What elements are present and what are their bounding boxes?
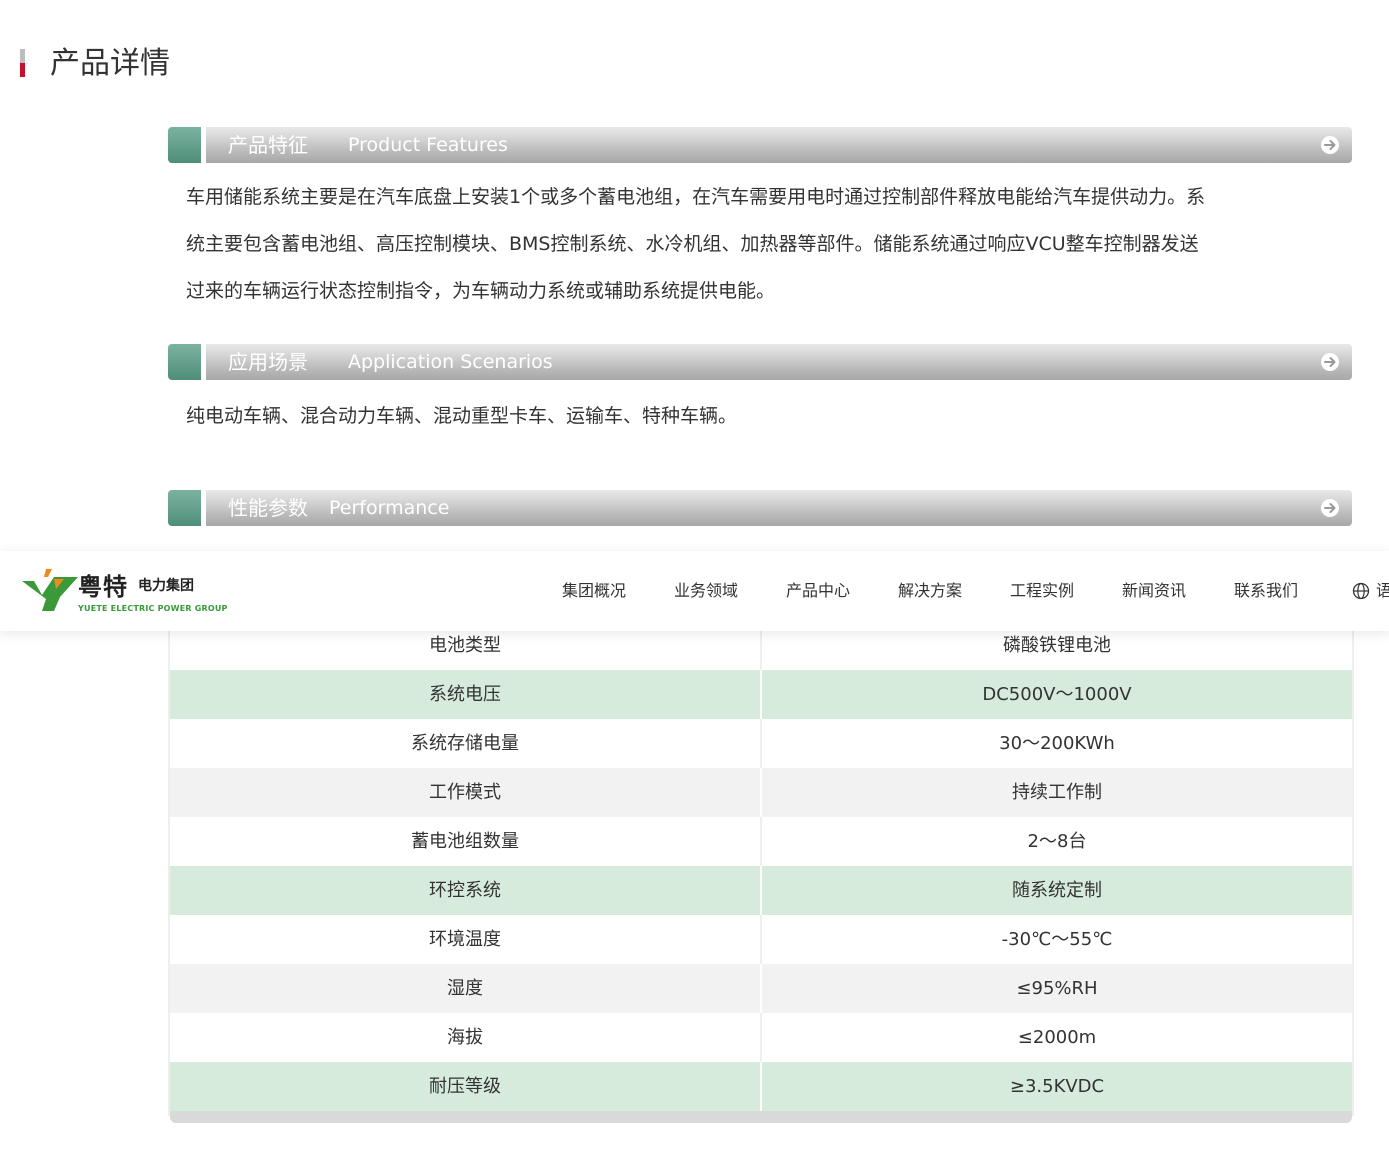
table-border-right — [1352, 631, 1354, 1116]
nav-item-projects[interactable]: 工程实例 — [1010, 551, 1074, 631]
section-tab — [168, 490, 201, 526]
site-logo[interactable]: 粤特 电力集团 YUETE ELECTRIC POWER GROUP — [20, 567, 227, 617]
section-title-zh: 性能参数 — [228, 496, 308, 520]
nav-item-products[interactable]: 产品中心 — [786, 551, 850, 631]
nav-item-news[interactable]: 新闻资讯 — [1122, 551, 1186, 631]
spec-name: 海拔 — [170, 1013, 762, 1062]
table-row: 系统电压 DC500V～1000V — [170, 670, 1352, 719]
nav-item-contact[interactable]: 联系我们 — [1234, 551, 1298, 631]
table-row: 环境温度 -30℃～55℃ — [170, 915, 1352, 964]
logo-brand-en: YUETE ELECTRIC POWER GROUP — [78, 604, 228, 613]
spec-value: 30～200KWh — [999, 733, 1115, 754]
section-header-scenarios[interactable]: 应用场景 Application Scenarios — [168, 344, 1352, 380]
spec-name: 环控系统 — [170, 866, 762, 915]
logo-brand-zh: 粤特 — [78, 573, 128, 601]
arrow-right-circle-icon[interactable] — [1320, 352, 1340, 372]
section-title-zh: 产品特征 — [228, 133, 308, 157]
spec-value: ≤95%RH — [1016, 978, 1098, 999]
logo-mark-icon — [22, 569, 78, 611]
section-header-performance[interactable]: 性能参数 Performance — [168, 490, 1352, 526]
section-title-en: Application Scenarios — [348, 351, 553, 373]
nav-item-solutions[interactable]: 解决方案 — [898, 551, 962, 631]
spec-value: -30℃～55℃ — [1001, 929, 1113, 950]
table-row: 海拔 ≤2000m — [170, 1013, 1352, 1062]
table-row: 系统存储电量 30～200KWh — [170, 719, 1352, 768]
nav-item-group-overview[interactable]: 集团概况 — [562, 551, 626, 631]
table-row: 湿度 ≤95%RH — [170, 964, 1352, 1013]
section-title-en: Performance — [329, 497, 450, 519]
language-label: 语 — [1376, 581, 1389, 600]
nav-item-business[interactable]: 业务领域 — [674, 551, 738, 631]
spec-value: 随系统定制 — [1012, 880, 1102, 901]
spec-value: ≤2000m — [1017, 1027, 1097, 1048]
spec-name: 系统电压 — [170, 670, 762, 719]
spec-name: 耐压等级 — [170, 1062, 762, 1111]
table-row: 耐压等级 ≥3.5KVDC — [170, 1062, 1352, 1111]
site-navbar: 粤特 电力集团 YUETE ELECTRIC POWER GROUP 集团概况 … — [0, 551, 1389, 631]
arrow-right-circle-icon[interactable] — [1320, 498, 1340, 518]
spec-name: 工作模式 — [170, 768, 762, 817]
scenarios-description: 纯电动车辆、混合动力车辆、混动重型卡车、运输车、特种车辆。 — [186, 405, 738, 427]
table-bottom-edge — [170, 1111, 1352, 1123]
table-row: 蓄电池组数量 2～8台 — [170, 817, 1352, 866]
spec-name: 蓄电池组数量 — [170, 817, 762, 866]
features-line: 过来的车辆运行状态控制指令，为车辆动力系统或辅助系统提供电能。 — [186, 280, 776, 302]
features-line: 统主要包含蓄电池组、高压控制模块、BMS控制系统、水冷机组、加热器等部件。储能系… — [186, 233, 1199, 255]
title-accent-mark — [20, 49, 25, 77]
spec-table: 电池类型 磷酸铁锂电池 系统电压 DC500V～1000V 系统存储电量 30～… — [170, 621, 1352, 1111]
page-title: 产品详情 — [50, 46, 170, 81]
features-line: 车用储能系统主要是在汽车底盘上安装1个或多个蓄电池组，在汽车需要用电时通过控制部… — [186, 186, 1206, 208]
section-title-en: Product Features — [348, 134, 508, 156]
globe-icon — [1352, 582, 1370, 600]
section-header-features[interactable]: 产品特征 Product Features — [168, 127, 1352, 163]
spec-name: 系统存储电量 — [170, 719, 762, 768]
spec-value: DC500V～1000V — [982, 684, 1132, 705]
features-description: 车用储能系统主要是在汽车底盘上安装1个或多个蓄电池组，在汽车需要用电时通过控制部… — [186, 174, 1336, 315]
spec-value: 持续工作制 — [1012, 782, 1102, 803]
spec-value: ≥3.5KVDC — [1009, 1076, 1105, 1097]
table-row: 环控系统 随系统定制 — [170, 866, 1352, 915]
section-tab — [168, 344, 201, 380]
spec-name: 湿度 — [170, 964, 762, 1013]
section-title-zh: 应用场景 — [228, 350, 308, 374]
table-row: 工作模式 持续工作制 — [170, 768, 1352, 817]
spec-name: 环境温度 — [170, 915, 762, 964]
spec-value: 2～8台 — [1027, 831, 1087, 852]
logo-group-zh: 电力集团 — [138, 578, 194, 594]
section-tab — [168, 127, 201, 163]
arrow-right-circle-icon[interactable] — [1320, 135, 1340, 155]
